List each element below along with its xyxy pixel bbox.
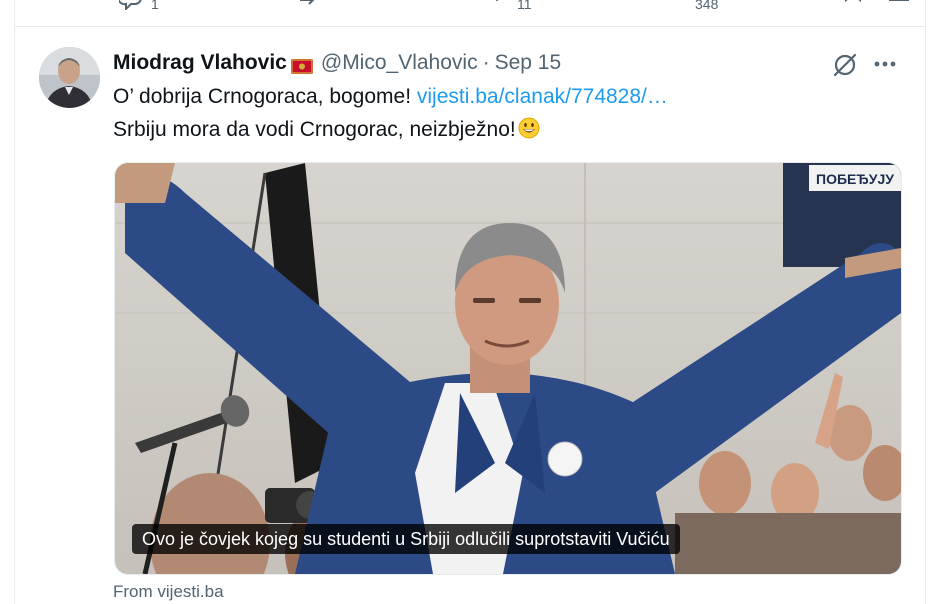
grok-icon[interactable] [832,52,858,78]
tweet-text-line-1: O’ dobrija Crnogoraca, bogome! vijesti.b… [113,85,668,109]
like-count: 11 [517,0,532,12]
author-handle[interactable]: @Mico_Vlahovic [321,51,478,75]
separator-dot: · [482,51,490,74]
avatar[interactable] [39,47,100,108]
view-count: 348 [695,0,719,12]
tweet-text-body: Srbiju mora da vodi Crnogorac, neizbježn… [113,118,516,141]
tweet-text-line-2: Srbiju mora da vodi Crnogorac, neizbježn… [113,117,540,142]
reply-icon[interactable] [117,0,143,12]
more-options-icon[interactable] [872,52,898,76]
article-link[interactable]: vijesti.ba/clanak/774828/… [417,85,668,108]
retweet-icon[interactable] [297,0,321,10]
tweet-date[interactable]: Sep 15 [495,51,562,75]
bookmark-icon[interactable] [841,0,865,10]
reply-count: 1 [151,0,159,12]
link-card-source[interactable]: From vijesti.ba [113,582,224,602]
media-caption: Ovo je čovjek kojeg su studenti u Srbiji… [132,524,680,554]
montenegro-flag-icon [290,56,313,74]
views-icon[interactable] [665,0,689,10]
previous-tweet-action-bar: 1 11 348 [14,0,926,26]
like-icon[interactable] [485,0,509,10]
grinning-face-emoji [518,117,540,139]
banner-text: ПОБЕЂУЈУ [816,171,894,187]
tweet-media-image[interactable]: ПОБЕЂУЈУ [114,162,902,575]
tweet-text-prefix: O’ dobrija Crnogoraca, bogome! [113,85,417,108]
author-name[interactable]: Miodrag Vlahovic [113,51,287,75]
share-icon[interactable] [887,0,911,10]
author-row: Miodrag Vlahovic @Mico_Vlahovic · Sep 15 [113,50,561,76]
